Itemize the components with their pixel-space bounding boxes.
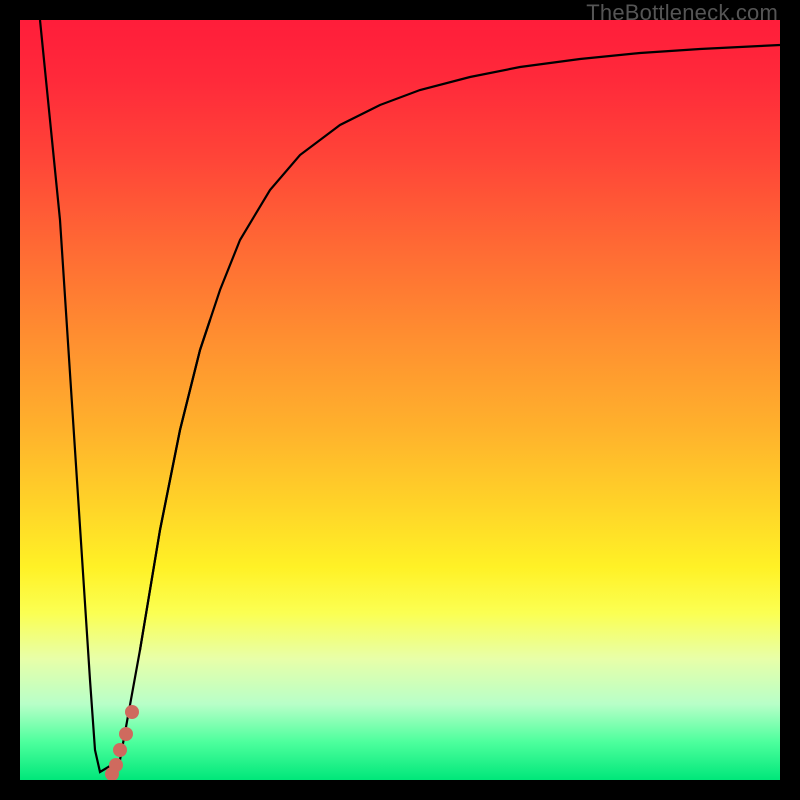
marker-dot: [113, 743, 127, 757]
curve-svg: [20, 20, 780, 780]
marker-dot: [119, 727, 133, 741]
bottleneck-curve: [40, 20, 780, 772]
marker-dots: [105, 705, 139, 780]
chart-frame: TheBottleneck.com: [0, 0, 800, 800]
plot-area: [20, 20, 780, 780]
highlight-segment: [140, 320, 210, 650]
marker-dot: [125, 705, 139, 719]
